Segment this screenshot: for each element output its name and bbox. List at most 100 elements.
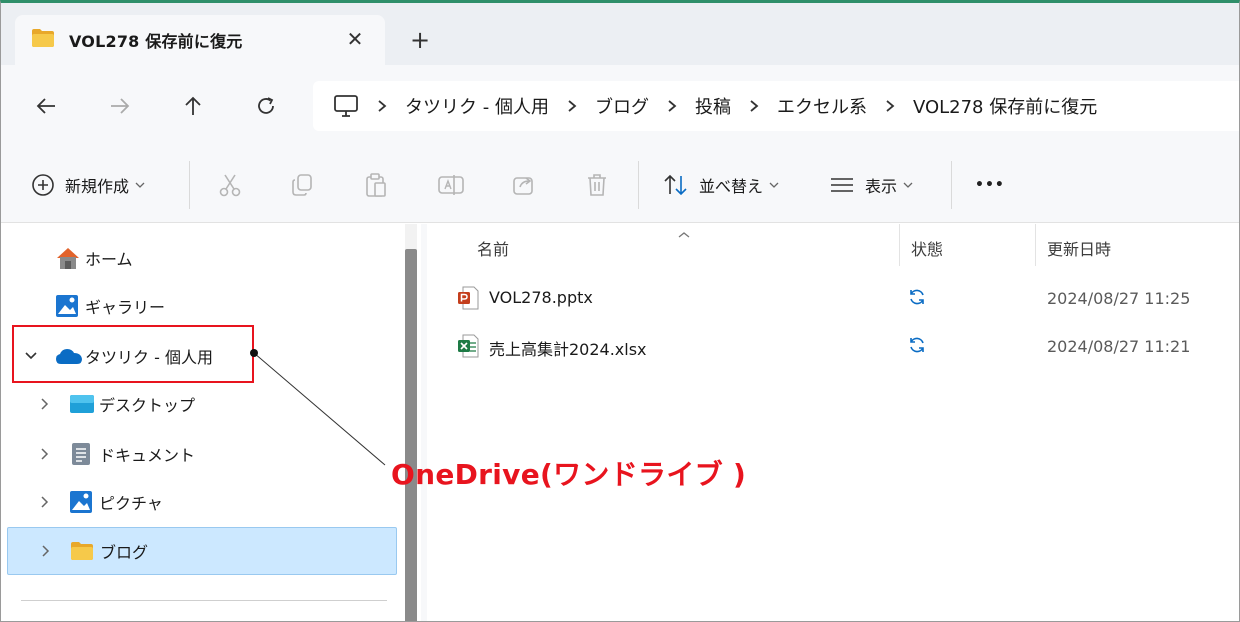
new-label: 新規作成 [65,177,130,196]
forward-arrow-icon [111,98,130,114]
navigation-pane: ホーム ギャラリー タツリク - 個人用 デスクトップ ドキュメント ピクチャ … [1,224,405,621]
chevron-right-icon[interactable] [37,396,53,412]
up-button[interactable] [176,89,210,123]
sync-pending-icon [907,287,927,311]
file-row[interactable]: 売上高集計2024.xlsx 2024/08/27 11:21 [427,326,1239,366]
sort-button[interactable]: 並べ替え [663,169,779,201]
delete-button[interactable] [585,169,609,201]
nav-label: ドキュメント [99,446,196,465]
back-arrow-icon [36,98,55,114]
sync-pending-icon [907,335,927,359]
share-button[interactable] [511,169,537,201]
chevron-right-icon [885,99,895,113]
copy-button[interactable] [289,169,315,201]
tab-title: VOL278 保存前に復元 [69,32,243,51]
sort-up-icon [677,224,691,243]
breadcrumb-item[interactable]: 投稿 [695,93,731,119]
refresh-button[interactable] [249,89,283,123]
nav-label: ピクチャ [99,494,163,513]
more-dots-icon: ••• [975,177,1005,193]
rename-button[interactable] [437,169,465,201]
nav-label: ギャラリー [85,298,166,317]
cut-button[interactable] [217,169,243,201]
file-row[interactable]: VOL278.pptx 2024/08/27 11:25 [427,278,1239,318]
nav-label: ブログ [100,543,149,562]
nav-item-gallery[interactable]: ギャラリー [7,282,397,330]
address-bar[interactable]: タツリク - 個人用 ブログ 投稿 エクセル系 VOL278 保存前に復元 [313,81,1239,131]
column-divider[interactable] [1035,224,1036,266]
breadcrumb-item[interactable]: エクセル系 [777,93,867,119]
command-bar: 新規作成 並べ替え 表示 ••• [1,147,1239,223]
forward-button[interactable] [103,89,137,123]
breadcrumb-item[interactable]: ブログ [595,93,649,119]
column-header-status[interactable]: 状態 [911,236,943,260]
annotation-label: OneDrive(ワンドライブ ) [391,458,747,491]
plus-circle-icon [32,174,54,196]
refresh-icon [258,97,274,114]
view-label: 表示 [865,177,898,196]
file-modified-date: 2024/08/27 11:21 [1047,337,1191,356]
navigation-bar: タツリク - 個人用 ブログ 投稿 エクセル系 VOL278 保存前に復元 [1,65,1239,147]
view-lines-icon [831,178,853,192]
trash-icon [588,174,606,196]
more-options-button[interactable]: ••• [975,169,1005,201]
chevron-down-icon [903,181,913,189]
paste-button[interactable] [363,169,389,201]
nav-item-home[interactable]: ホーム [7,234,397,282]
nav-item-pictures[interactable]: ピクチャ [7,478,397,526]
chevron-right-icon[interactable] [37,446,53,462]
chevron-right-icon [667,99,677,113]
annotation-highlight-box [12,325,254,383]
scissors-icon [219,174,241,197]
pictures-icon [69,490,93,514]
powerpoint-file-icon [457,286,479,314]
chevron-down-icon [135,181,145,189]
chevron-down-icon [769,181,779,189]
toolbar-divider [189,161,190,209]
tab-strip: VOL278 保存前に復元 ✕ + [1,3,1239,65]
toolbar-divider [638,161,639,209]
toolbar-divider [951,161,952,209]
nav-divider [21,600,387,601]
computer-icon [333,94,359,118]
clipboard-icon [366,173,386,197]
active-tab[interactable]: VOL278 保存前に復元 ✕ [15,15,385,65]
chevron-right-icon [749,99,759,113]
file-name: VOL278.pptx [489,288,593,307]
breadcrumb-item[interactable]: VOL278 保存前に復元 [913,93,1097,119]
nav-item-desktop[interactable]: デスクトップ [7,380,397,428]
copy-icon [292,174,312,196]
share-icon [513,177,533,195]
back-button[interactable] [29,89,63,123]
gallery-icon [55,294,79,318]
rename-icon [438,175,464,195]
nav-scrollbar-thumb[interactable] [405,249,417,621]
chevron-right-icon[interactable] [37,494,53,510]
chevron-right-icon[interactable] [38,543,54,559]
nav-label: デスクトップ [99,396,196,415]
tab-close-icon[interactable]: ✕ [343,27,367,51]
new-tab-button[interactable]: + [405,25,435,55]
column-divider[interactable] [899,224,900,266]
chevron-right-icon [567,99,577,113]
up-arrow-icon [185,96,201,115]
nav-label: ホーム [85,250,133,269]
nav-item-documents[interactable]: ドキュメント [7,430,397,478]
sort-label: 並べ替え [699,177,764,196]
excel-file-icon [457,334,479,362]
folder-icon [70,541,94,561]
file-list: 名前 状態 更新日時 VOL278.pptx 2024/08/27 11:25 … [427,224,1239,621]
new-button[interactable]: 新規作成 [31,169,145,201]
breadcrumb-item[interactable]: タツリク - 個人用 [405,93,549,119]
chevron-right-icon [377,99,387,113]
sort-icon [664,174,687,196]
file-name: 売上高集計2024.xlsx [489,340,647,359]
column-header-modified[interactable]: 更新日時 [1047,236,1111,260]
file-modified-date: 2024/08/27 11:25 [1047,289,1191,308]
nav-item-blog[interactable]: ブログ [7,527,397,575]
column-header-name[interactable]: 名前 [477,236,509,260]
documents-icon [71,442,91,466]
desktop-icon [69,394,95,414]
folder-icon [31,28,55,52]
view-button[interactable]: 表示 [829,169,913,201]
